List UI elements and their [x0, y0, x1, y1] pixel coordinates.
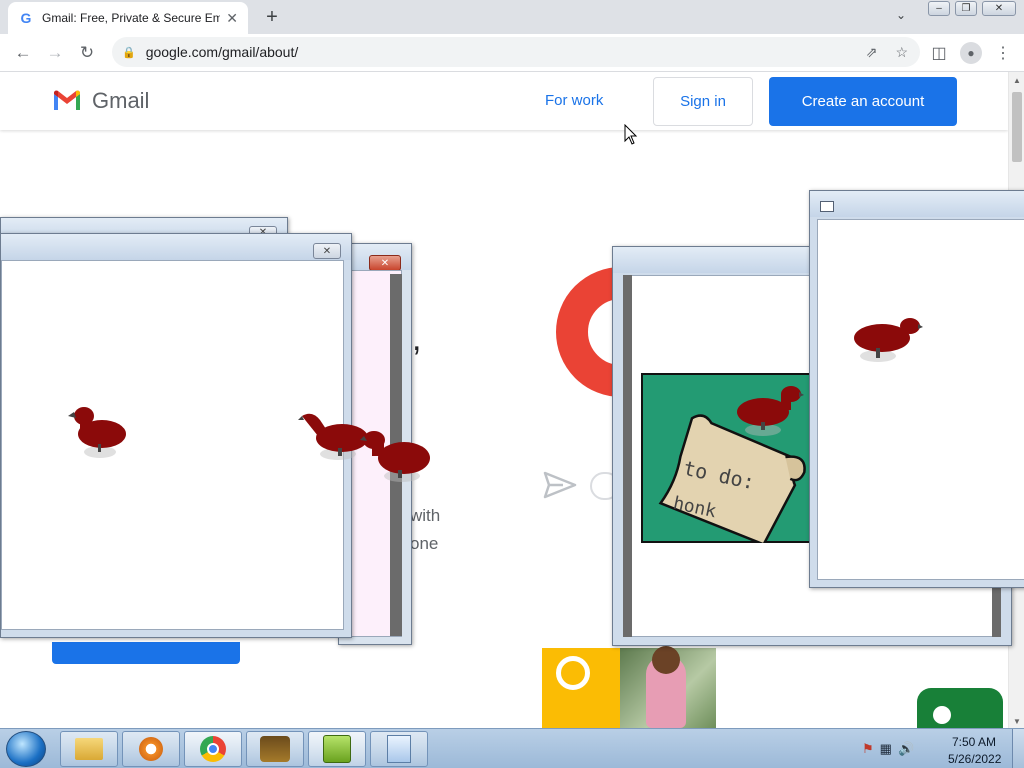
- show-desktop-button[interactable]: [1012, 729, 1024, 768]
- tab-close-icon[interactable]: ✕: [226, 10, 238, 27]
- create-account-button[interactable]: Create an account: [769, 77, 957, 126]
- forward-icon[interactable]: →: [44, 42, 66, 64]
- popup-window-right[interactable]: [809, 190, 1024, 588]
- browser-tab-gmail[interactable]: G Gmail: Free, Private & Secure Em ✕: [8, 2, 248, 34]
- child-head: [652, 646, 680, 674]
- scroll-down-icon[interactable]: ▼: [1013, 717, 1021, 726]
- profile-avatar-icon[interactable]: ●: [960, 42, 982, 64]
- popup-close-icon[interactable]: ✕: [313, 243, 341, 259]
- back-icon[interactable]: ←: [12, 42, 34, 64]
- share-icon[interactable]: ⇗: [866, 44, 878, 61]
- popup-body: [817, 219, 1024, 580]
- goose-sprite[interactable]: [68, 402, 128, 460]
- popup-body: [1, 260, 344, 630]
- green-tag-illustration: [917, 688, 1003, 728]
- magnifier-icon: [556, 656, 590, 690]
- tab-title: Gmail: Free, Private & Secure Em: [42, 11, 221, 25]
- clock-date[interactable]: 5/26/2022: [948, 752, 1001, 766]
- taskbar-notepad-plus-button[interactable]: [308, 731, 366, 767]
- hero-heading-fragment: ,: [412, 320, 422, 358]
- goose-app-icon: [260, 736, 290, 762]
- folder-icon: [75, 738, 103, 760]
- google-g-icon: G: [20, 10, 32, 26]
- scroll-up-icon[interactable]: ▲: [1013, 76, 1021, 85]
- popup-titlebar[interactable]: [1, 234, 351, 260]
- search-tile-illustration: [542, 648, 620, 728]
- url-text[interactable]: google.com/gmail/about/: [146, 44, 299, 60]
- lock-icon: 🔒: [122, 46, 136, 59]
- taskbar-goose-button[interactable]: [246, 731, 304, 767]
- gmail-header: Gmail For work Sign in Create an account: [0, 72, 1008, 130]
- sign-in-button[interactable]: Sign in: [653, 77, 753, 126]
- bookmark-star-icon[interactable]: ☆: [895, 44, 908, 61]
- popup-titlebar[interactable]: [810, 191, 1024, 217]
- window-close-button[interactable]: ✕: [982, 1, 1016, 16]
- volume-icon[interactable]: 🔊: [898, 741, 914, 757]
- scroll-thumb[interactable]: [1012, 92, 1022, 162]
- side-panel-icon[interactable]: ◫: [928, 42, 950, 64]
- minimize-button[interactable]: –: [928, 1, 950, 16]
- notepad-icon: [387, 735, 411, 763]
- notepad-plus-icon: [323, 735, 351, 763]
- restore-button[interactable]: ❐: [955, 1, 977, 16]
- window-app-icon: [820, 201, 834, 212]
- browser-toolbar: ← → ↻ 🔒 google.com/gmail/about/ ⇗ ☆ ◫ ● …: [0, 34, 1024, 72]
- hero-text-line-1: with: [410, 506, 441, 525]
- start-button[interactable]: [6, 731, 46, 767]
- for-work-link[interactable]: For work: [545, 92, 603, 109]
- tab-strip: G Gmail: Free, Private & Secure Em ✕ + ⌄…: [0, 0, 1024, 34]
- reload-icon[interactable]: ↻: [76, 42, 98, 64]
- taskbar-chrome-button[interactable]: [184, 731, 242, 767]
- send-icon: [543, 471, 577, 499]
- gmail-wordmark[interactable]: Gmail: [92, 88, 149, 114]
- windows-taskbar: ⚑ ▦ 🔊 7:50 AM 5/26/2022: [0, 728, 1024, 768]
- mouse-cursor-icon: [624, 124, 638, 145]
- taskbar-media-player-button[interactable]: [122, 731, 180, 767]
- address-bar[interactable]: 🔒 google.com/gmail/about/ ⇗ ☆: [112, 37, 920, 67]
- hero-cta-button[interactable]: [52, 642, 240, 664]
- new-tab-button[interactable]: +: [260, 5, 284, 29]
- flag-icon[interactable]: ⚑: [862, 741, 874, 757]
- taskbar-notepad-button[interactable]: [370, 731, 428, 767]
- menu-kebab-icon[interactable]: ⋮: [992, 42, 1014, 64]
- popup-scrollbar-left[interactable]: [623, 275, 632, 637]
- child-photo: [620, 646, 716, 728]
- goose-sprite[interactable]: [733, 384, 805, 440]
- popup-scrollbar-right[interactable]: [992, 587, 1001, 637]
- media-player-icon: [139, 737, 163, 761]
- goose-sprite[interactable]: [852, 316, 924, 364]
- taskbar-explorer-button[interactable]: [60, 731, 118, 767]
- clock-time[interactable]: 7:50 AM: [952, 735, 996, 749]
- tag-dot: [933, 706, 951, 724]
- system-tray: ⚑ ▦ 🔊: [862, 735, 942, 763]
- network-icon[interactable]: ▦: [880, 741, 892, 757]
- goose-sprite[interactable]: [360, 428, 432, 486]
- chrome-icon: [200, 736, 226, 762]
- tab-search-icon[interactable]: ⌄: [896, 8, 906, 22]
- popup-close-icon[interactable]: ✕: [369, 255, 401, 271]
- hero-text-line-2: one: [410, 534, 439, 553]
- gmail-logo-icon[interactable]: [52, 88, 82, 112]
